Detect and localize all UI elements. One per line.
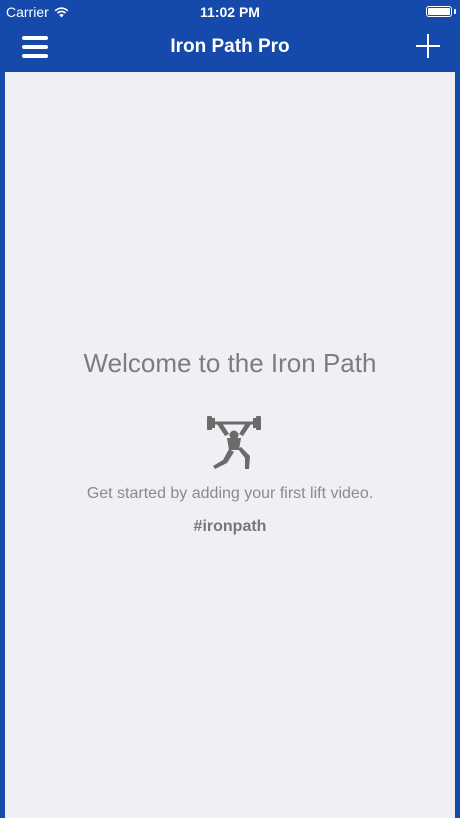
weightlifter-icon — [207, 416, 261, 469]
empty-state-message: Get started by adding your first lift vi… — [86, 485, 374, 502]
app-screen: Carrier 11:02 PM Iron Path Pro Welcome t… — [0, 0, 460, 818]
hashtag-label: #ironpath — [193, 518, 267, 535]
page-title: Iron Path Pro — [170, 36, 290, 57]
navigation-bar: Iron Path Pro — [0, 24, 460, 70]
battery-tip — [454, 9, 456, 14]
main-content: Welcome to the Iron Path Get started by … — [5, 72, 455, 818]
battery-fill — [428, 8, 450, 15]
welcome-title: Welcome to the Iron Path — [83, 348, 377, 378]
battery-icon — [426, 6, 452, 17]
status-bar: Carrier 11:02 PM — [0, 0, 460, 24]
status-time: 11:02 PM — [200, 4, 260, 20]
plus-icon[interactable] — [416, 34, 440, 58]
